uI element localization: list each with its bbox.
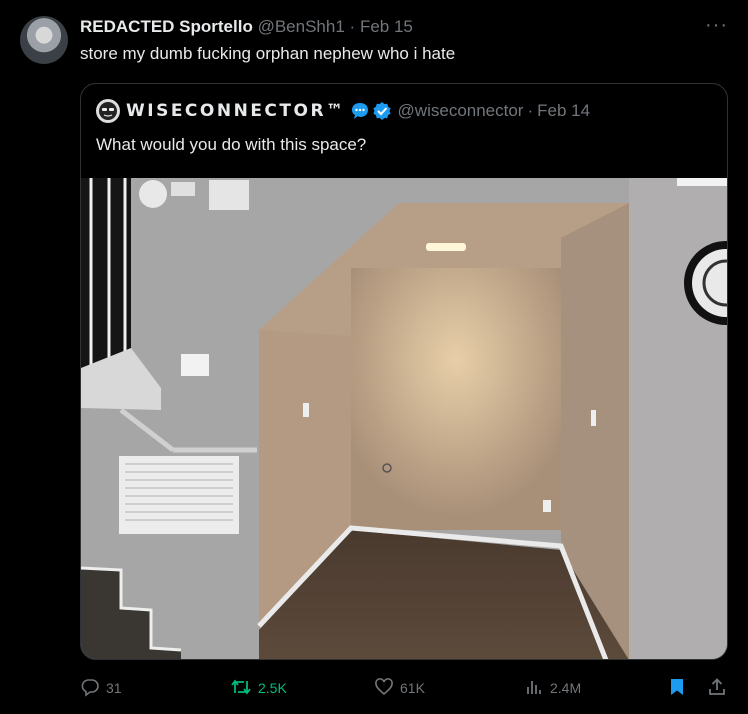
- views-count: 2.4M: [550, 680, 582, 696]
- reply-count: 31: [106, 680, 122, 696]
- quote-header: WISECONNECTOR™ @wiseconnector · Feb 14: [96, 99, 590, 123]
- author-handle[interactable]: @BenShh1: [258, 17, 345, 36]
- reply-button[interactable]: 31: [80, 674, 122, 702]
- quote-text: What would you do with this space?: [96, 135, 367, 154]
- verified-badge-icon: [372, 101, 392, 121]
- more-icon[interactable]: ···: [705, 14, 728, 37]
- quote-date[interactable]: Feb 14: [537, 101, 590, 121]
- share-button[interactable]: [707, 674, 727, 702]
- like-count: 61K: [400, 680, 425, 696]
- author-avatar[interactable]: [20, 16, 68, 64]
- repost-button[interactable]: 2.5K: [230, 674, 287, 702]
- quoted-tweet[interactable]: WISECONNECTOR™ @wiseconnector · Feb 14 W…: [80, 83, 728, 660]
- tweet-date[interactable]: Feb 15: [360, 17, 413, 36]
- separator-dot: ·: [349, 17, 356, 36]
- action-bar: 31 2.5K 61K 2.4M: [0, 674, 748, 702]
- repost-icon: [230, 677, 252, 700]
- tweet-text: store my dumb fucking orphan nephew who …: [80, 44, 456, 63]
- tweet-header: REDACTED Sportello @BenShh1 · Feb 15: [80, 16, 413, 38]
- like-icon: [374, 677, 394, 700]
- author-name[interactable]: REDACTED Sportello: [80, 17, 253, 36]
- quote-image[interactable]: [81, 178, 727, 659]
- quote-separator-dot: ·: [527, 101, 534, 120]
- views-icon: [524, 677, 544, 700]
- repost-count: 2.5K: [258, 680, 287, 696]
- share-icon: [707, 677, 727, 700]
- views-button[interactable]: 2.4M: [524, 674, 581, 702]
- quote-avatar[interactable]: [96, 99, 120, 123]
- quote-author-handle[interactable]: @wiseconnector: [398, 101, 524, 121]
- reply-icon: [80, 677, 100, 700]
- bookmark-button[interactable]: [668, 674, 686, 702]
- comment-bubble-icon: [350, 101, 370, 121]
- like-button[interactable]: 61K: [374, 674, 425, 702]
- bookmark-icon: [668, 677, 686, 700]
- quote-author-name[interactable]: WISECONNECTOR™: [126, 101, 346, 121]
